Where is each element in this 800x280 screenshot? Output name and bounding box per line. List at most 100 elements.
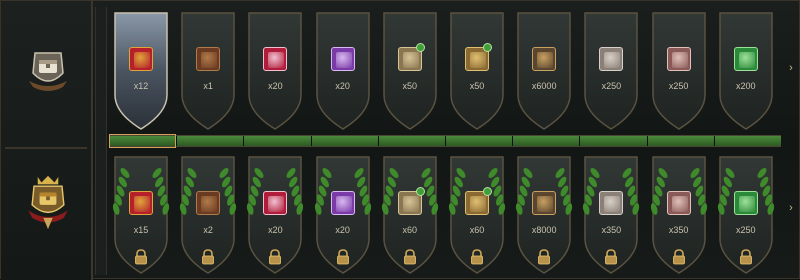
premium-reward-slot[interactable]: x8000 — [512, 153, 576, 275]
reward-quantity: x20 — [335, 225, 350, 235]
free-reward-slot[interactable]: x50 — [445, 9, 509, 131]
red-gift-chest-icon[interactable] — [129, 191, 153, 215]
reward-quantity: x2 — [203, 225, 213, 235]
progress-segment-divider — [579, 136, 581, 146]
premium-reward-slot[interactable]: x20 — [243, 153, 307, 275]
battle-pass-panel: › › x12 x1 x20 x20 x50 x50 x6000 x250 x250 x200 x… — [0, 0, 800, 280]
item-art — [738, 52, 755, 68]
item-art — [201, 52, 218, 68]
item-art — [470, 52, 486, 68]
item-art — [134, 196, 150, 212]
reward-quantity: x350 — [601, 225, 622, 235]
free-reward-slot[interactable]: x1 — [176, 9, 240, 131]
reward-quantity: x6000 — [531, 81, 557, 91]
premium-reward-row: x15 x2 x20 x20 x60 x60 x8000 x350 x350 x250 — [109, 153, 789, 278]
premium-reward-slot[interactable]: x350 — [647, 153, 711, 275]
item-art — [134, 52, 150, 68]
current-level-marker — [109, 134, 176, 148]
premium-reward-slot[interactable]: x2 — [176, 153, 240, 275]
red-star-book-icon[interactable] — [263, 191, 288, 215]
reward-quantity: x20 — [268, 225, 283, 235]
free-reward-slot[interactable]: x12 — [109, 9, 173, 131]
pink-egg-icon[interactable] — [666, 191, 691, 215]
free-reward-slot[interactable]: x20 — [243, 9, 307, 131]
reward-quantity: x250 — [736, 225, 756, 235]
free-reward-slot[interactable]: x200 — [714, 9, 778, 131]
lock-icon — [202, 249, 215, 265]
item-art — [671, 196, 688, 212]
item-art — [201, 196, 218, 212]
progress-segment-divider — [243, 136, 245, 146]
progress-segment-divider — [176, 136, 178, 146]
progress-segment-divider — [713, 136, 715, 146]
item-art — [671, 52, 688, 68]
vertical-rail — [95, 7, 107, 275]
item-art — [335, 52, 352, 68]
free-reward-slot[interactable]: x20 — [311, 9, 375, 131]
lock-icon — [269, 249, 282, 265]
premium-reward-slot[interactable]: x15 — [109, 153, 173, 275]
lock-icon — [336, 249, 349, 265]
lock-icon — [605, 249, 618, 265]
stone-ore-icon[interactable] — [599, 47, 624, 71]
green-clover-token-icon[interactable] — [733, 191, 758, 215]
free-reward-slot[interactable]: x6000 — [512, 9, 576, 131]
green-check-badge-icon — [483, 43, 492, 52]
free-reward-slot[interactable]: x250 — [579, 9, 643, 131]
pink-egg-icon[interactable] — [666, 47, 691, 71]
reward-quantity: x50 — [469, 81, 485, 91]
purple-crystal-book-icon[interactable] — [330, 47, 355, 71]
purple-crystal-book-icon[interactable] — [330, 191, 355, 215]
progress-segment-divider — [377, 136, 379, 146]
reward-quantity: x250 — [601, 81, 622, 91]
lock-icon — [403, 249, 416, 265]
progress-segment-divider — [512, 136, 514, 146]
resource-bundle-icon[interactable] — [532, 191, 557, 215]
item-art — [604, 52, 621, 68]
brown-book-icon[interactable] — [196, 47, 221, 71]
item-art — [402, 196, 419, 212]
premium-reward-slot[interactable]: x20 — [311, 153, 375, 275]
item-art — [738, 196, 755, 212]
item-art — [537, 52, 554, 68]
stone-ore-icon[interactable] — [599, 191, 624, 215]
item-art — [537, 196, 554, 212]
free-reward-slot[interactable]: x50 — [378, 9, 442, 131]
item-art — [268, 196, 285, 212]
reward-quantity: x20 — [335, 81, 350, 91]
lock-icon — [538, 249, 551, 265]
item-art — [335, 196, 352, 212]
free-reward-row: x12 x1 x20 x20 x50 x50 x6000 x250 x250 x200 — [109, 9, 789, 134]
reward-quantity: x8000 — [531, 225, 557, 235]
reward-quantity: x50 — [402, 81, 418, 91]
item-art — [268, 52, 285, 68]
reward-quantity: x200 — [736, 81, 756, 91]
lock-icon — [739, 249, 752, 265]
level-progress-bar — [109, 134, 781, 148]
reward-quantity: x60 — [469, 225, 485, 235]
resource-bundle-icon[interactable] — [532, 47, 557, 71]
reward-quantity: x60 — [402, 225, 418, 235]
premium-reward-slot[interactable]: x250 — [714, 153, 778, 275]
reward-quantity: x250 — [668, 81, 689, 91]
green-clover-token-icon[interactable] — [733, 47, 758, 71]
green-check-badge-icon — [483, 187, 492, 196]
progress-segment-divider — [646, 136, 648, 146]
lock-icon — [135, 249, 147, 265]
premium-reward-slot[interactable]: x350 — [579, 153, 643, 275]
premium-tier-crown-shield-icon — [28, 175, 68, 230]
reward-quantity: x12 — [133, 81, 149, 91]
tier-column — [1, 1, 93, 280]
red-gift-chest-icon[interactable] — [129, 47, 153, 71]
free-reward-slot[interactable]: x250 — [647, 9, 711, 131]
brown-book-icon[interactable] — [196, 191, 221, 215]
progress-segment-divider — [445, 136, 446, 146]
premium-reward-slot[interactable]: x60 — [378, 153, 442, 275]
item-art — [604, 196, 621, 212]
green-check-badge-icon — [415, 187, 425, 196]
premium-reward-slot[interactable]: x60 — [445, 153, 509, 275]
reward-quantity: x1 — [203, 81, 213, 91]
red-star-book-icon[interactable] — [263, 47, 288, 71]
green-check-badge-icon — [415, 43, 425, 52]
reward-quantity: x20 — [268, 81, 283, 91]
